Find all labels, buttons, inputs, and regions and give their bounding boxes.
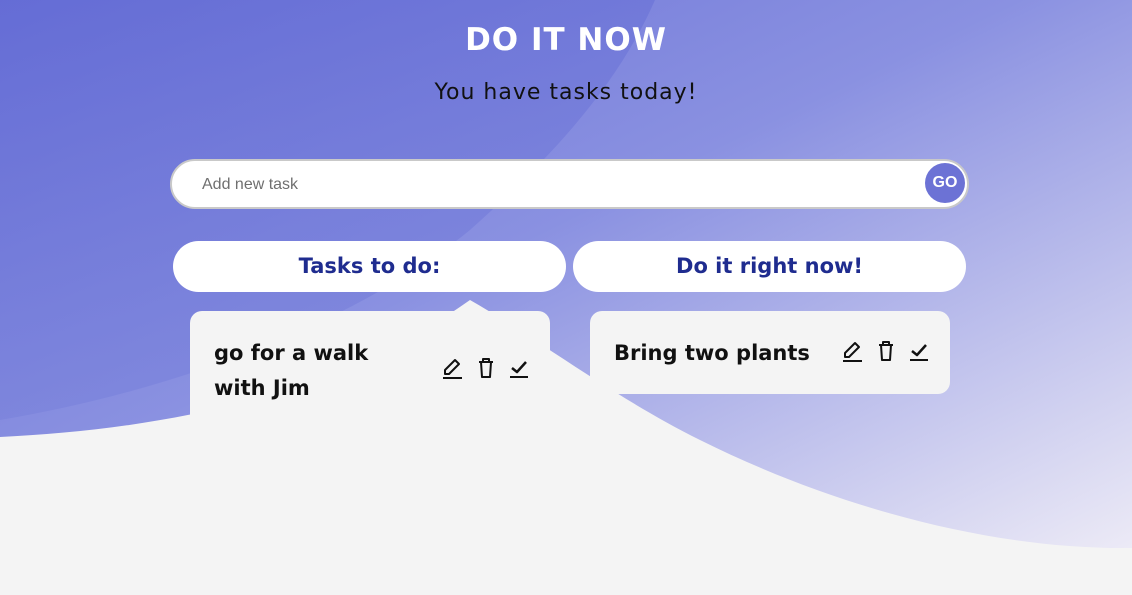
edit-icon[interactable] [840, 338, 866, 364]
task-actions [840, 338, 940, 364]
column-header-tasks-to-do: Tasks to do: [173, 241, 566, 292]
trash-icon[interactable] [873, 338, 899, 364]
edit-icon[interactable] [440, 355, 466, 381]
checkmark-icon[interactable] [506, 355, 532, 381]
trash-icon[interactable] [473, 355, 499, 381]
task-card: go for a walk with Jim [190, 311, 550, 441]
new-task-input[interactable] [200, 161, 894, 209]
app-root: DO IT NOW You have tasks today! GO Tasks… [0, 0, 1132, 595]
page-subtitle: You have tasks today! [434, 80, 698, 105]
go-button[interactable]: GO [925, 163, 965, 203]
task-actions [440, 355, 540, 381]
task-text: Bring two plants [614, 341, 810, 365]
add-task-form: GO [170, 159, 969, 209]
column-header-do-it-right-now: Do it right now! [573, 241, 966, 292]
task-text: go for a walk with Jim [214, 341, 369, 400]
app-title: DO IT NOW [465, 22, 667, 58]
task-card: Bring two plants [590, 311, 950, 394]
checkmark-icon[interactable] [906, 338, 932, 364]
